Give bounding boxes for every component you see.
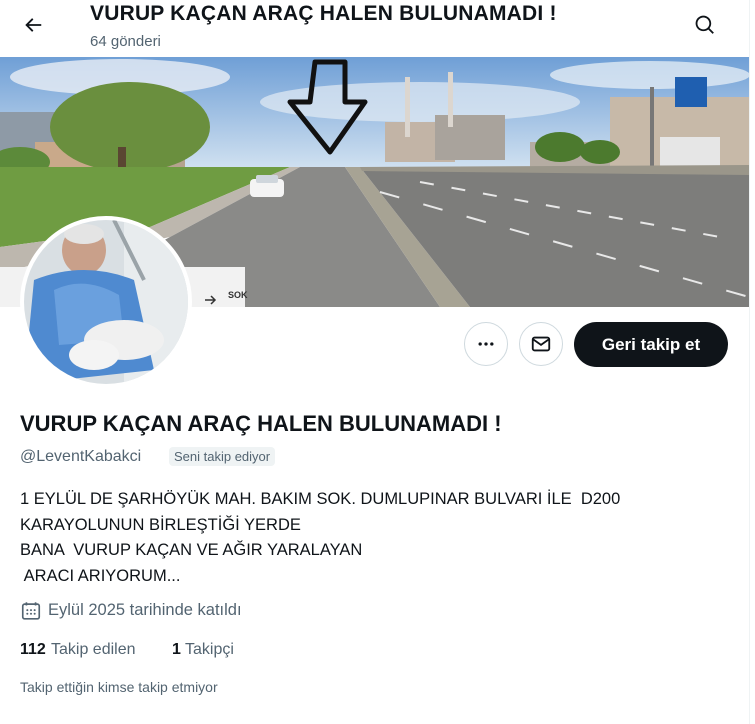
following-link[interactable]: Takip edilen [51, 641, 136, 659]
column-divider [749, 0, 750, 724]
post-count: 64 gönderi [90, 33, 161, 50]
profile-bio: 1 EYLÜL DE ŞARHÖYÜK MAH. BAKIM SOK. DUML… [20, 490, 621, 585]
followers-count[interactable]: 1 [172, 641, 181, 659]
mutual-followers-note: Takip ettiğin kimse takip etmiyor [20, 679, 218, 695]
more-options-button[interactable] [464, 322, 508, 366]
search-button[interactable] [686, 6, 724, 44]
user-handle: @LeventKabakci [20, 448, 142, 465]
display-name: VURUP KAÇAN ARAÇ HALEN BULUNAMADI ! [20, 411, 502, 436]
search-icon [695, 15, 714, 34]
message-button[interactable] [519, 322, 563, 366]
calendar-icon [21, 602, 41, 620]
follow-back-button[interactable]: Geri takip et [574, 322, 728, 367]
followers-link[interactable]: Takipçi [185, 641, 234, 659]
envelope-icon [531, 336, 551, 352]
joined-date: Eylül 2025 tarihinde katıldı [48, 601, 242, 619]
avatar-photo [24, 220, 188, 384]
back-button[interactable] [14, 6, 52, 44]
arrow-left-icon [25, 18, 42, 32]
follows-you-badge: Seni takip ediyor [169, 447, 276, 466]
header-title: VURUP KAÇAN ARAÇ HALEN BULUNAMADI ! [90, 2, 557, 25]
banner-sign-text: SOK [228, 290, 248, 300]
more-horizontal-icon [478, 342, 494, 346]
profile-avatar[interactable] [20, 216, 192, 388]
following-count[interactable]: 112 [20, 641, 46, 659]
